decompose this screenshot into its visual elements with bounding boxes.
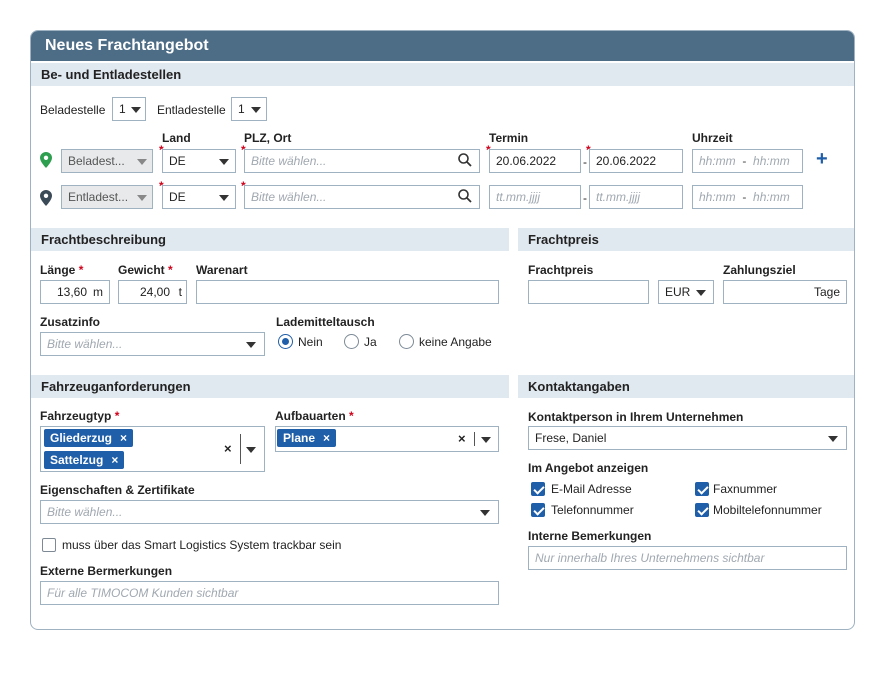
show-in-offer-label: Im Angebot anzeigen [528,461,649,475]
section-stops-header: Be- und Entladestellen [31,63,854,86]
chevron-down-icon [137,159,147,165]
chevron-down-icon [131,107,141,113]
pallet-exchange-label: Lademitteltausch [276,315,375,329]
chevron-down-icon [696,290,706,296]
loading-count-label: Beladestelle [40,103,106,117]
show-mobile-checkbox[interactable] [695,503,709,517]
payment-terms-label: Zahlungsziel [723,263,796,277]
exchange-radio-no[interactable] [278,334,293,349]
divider [240,434,241,464]
unloading-count-label: Entladestelle [157,103,226,117]
section-description-header: Frachtbeschreibung [31,228,509,251]
country-column-label: Land [162,131,191,145]
chevron-down-icon [219,159,229,165]
goods-type-input[interactable] [196,280,499,304]
exchange-radio-none[interactable] [399,334,414,349]
tracking-checkbox[interactable] [42,538,56,552]
vehicle-type-chip[interactable]: Gliederzug × [44,429,134,447]
extra-info-label: Zusatzinfo [40,315,100,329]
date-from-input-unloading[interactable]: tt.mm.jjjj [489,185,581,209]
freight-price-input[interactable] [528,280,649,304]
remove-chip-icon[interactable]: × [111,453,118,467]
zip-column-label: PLZ, Ort [244,131,292,145]
clear-selection-icon[interactable]: × [458,431,466,446]
time-range-input-unloading[interactable]: hh:mm - hh:mm [692,185,803,209]
map-pin-icon [40,152,52,168]
exchange-option-none-label: keine Angabe [419,335,492,349]
internal-remarks-input[interactable]: Nur innerhalb Ihres Unternehmens sichtba… [528,546,847,570]
unloading-count-select[interactable]: 1 [231,97,267,121]
body-type-label: Aufbauarten * [275,409,354,423]
date-column-label: Termin [489,131,529,145]
exchange-option-no-label: Nein [298,335,323,349]
show-fax-label: Faxnummer [713,482,778,496]
zip-city-input-unloading[interactable]: Bitte wählen... [244,185,480,209]
add-stop-button[interactable]: + [816,148,828,171]
properties-select[interactable]: Bitte wählen... [40,500,499,524]
chevron-down-icon [137,195,147,201]
internal-remarks-label: Interne Bemerkungen [528,529,652,543]
contact-person-label: Kontaktperson in Ihrem Unternehmen [528,410,744,424]
dialog-title: Neues Frachtangebot [31,31,854,61]
remove-chip-icon[interactable]: × [120,431,127,445]
exchange-option-yes-label: Ja [364,335,377,349]
remove-chip-icon[interactable]: × [323,431,330,445]
contact-person-select[interactable]: Frese, Daniel [528,426,847,450]
search-icon[interactable] [458,153,472,167]
show-phone-checkbox[interactable] [531,503,545,517]
vehicle-type-chip[interactable]: Sattelzug × [44,451,125,469]
search-icon[interactable] [458,189,472,203]
payment-terms-input[interactable]: Tage [723,280,847,304]
properties-label: Eigenschaften & Zertifikate [40,483,195,497]
tracking-checkbox-label: muss über das Smart Logistics System tra… [62,538,342,552]
extra-info-select[interactable]: Bitte wählen... [40,332,265,356]
show-fax-checkbox[interactable] [695,482,709,496]
chevron-down-icon [219,195,229,201]
map-pin-icon [40,190,52,206]
date-to-input-loading[interactable]: 20.06.2022 [589,149,683,173]
show-email-label: E-Mail Adresse [551,482,632,496]
vehicle-type-label: Fahrzeugtyp * [40,409,120,423]
goods-type-label: Warenart [196,263,248,277]
exchange-radio-yes[interactable] [344,334,359,349]
zip-city-input-loading[interactable]: Bitte wählen... [244,149,480,173]
chevron-down-icon [480,510,490,516]
length-input[interactable]: 13,60 m [40,280,110,304]
clear-selection-icon[interactable]: × [224,441,232,456]
show-phone-label: Telefonnummer [551,503,634,517]
section-contact-header: Kontaktangaben [518,375,854,398]
external-remarks-label: Externe Bermerkungen [40,564,173,578]
date-from-input-loading[interactable]: 20.06.2022 [489,149,581,173]
chevron-down-icon[interactable] [246,447,256,453]
chevron-down-icon [246,342,256,348]
time-column-label: Uhrzeit [692,131,733,145]
section-price-header: Frachtpreis [518,228,854,251]
chevron-down-icon [251,107,261,113]
show-email-checkbox[interactable] [531,482,545,496]
freight-offer-dialog: Neues Frachtangebot Be- und Entladestell… [30,30,855,630]
length-label: Länge * [40,263,84,277]
chevron-down-icon[interactable] [481,437,491,443]
body-type-chip[interactable]: Plane × [277,429,337,447]
weight-label: Gewicht * [118,263,173,277]
section-vehicle-header: Fahrzeuganforderungen [31,375,509,398]
freight-price-label: Frachtpreis [528,263,594,277]
divider [474,432,475,446]
chevron-down-icon [828,436,838,442]
show-mobile-label: Mobiltelefonnummer [713,503,822,517]
external-remarks-input[interactable]: Für alle TIMOCOM Kunden sichtbar [40,581,499,605]
date-to-input-unloading[interactable]: tt.mm.jjjj [589,185,683,209]
time-range-input-loading[interactable]: hh:mm - hh:mm [692,149,803,173]
weight-input[interactable]: 24,00 t [118,280,187,304]
date-range-dash: - [583,155,587,169]
date-range-dash: - [583,191,587,205]
